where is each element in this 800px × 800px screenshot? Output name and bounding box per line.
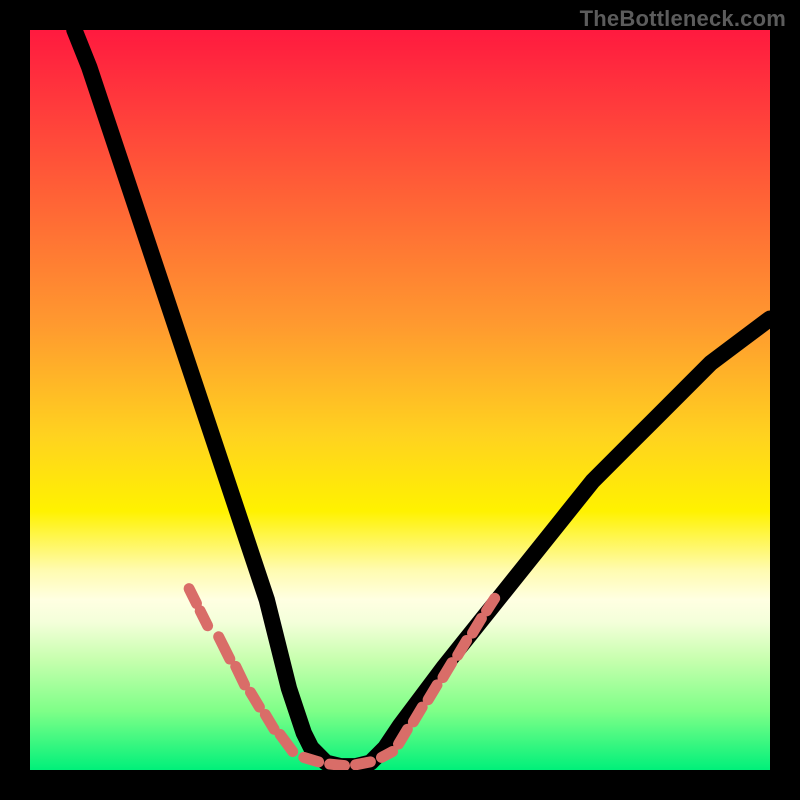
tick-segment <box>200 611 207 626</box>
chart-container: TheBottleneck.com <box>0 0 800 800</box>
tick-segment <box>487 598 495 611</box>
tick-segment <box>473 618 482 633</box>
tick-segment <box>382 752 393 758</box>
plot-area <box>30 30 770 770</box>
tick-segment <box>330 764 345 765</box>
tick-segment <box>399 729 408 744</box>
tick-segment <box>280 734 293 751</box>
tick-segment <box>413 707 422 722</box>
chart-svg <box>30 30 770 770</box>
tick-segment <box>189 589 196 604</box>
tick-segment <box>356 762 371 765</box>
tick-segment <box>219 637 230 659</box>
tick-segment <box>265 715 274 730</box>
tick-segment <box>304 757 319 761</box>
tick-segment <box>236 666 245 685</box>
bottleneck-curve <box>74 30 770 766</box>
tick-segment <box>443 663 452 678</box>
watermark-label: TheBottleneck.com <box>580 6 786 32</box>
tick-segment <box>458 641 467 656</box>
highlight-ticks <box>189 589 495 766</box>
tick-segment <box>428 685 437 700</box>
tick-segment <box>251 692 260 707</box>
